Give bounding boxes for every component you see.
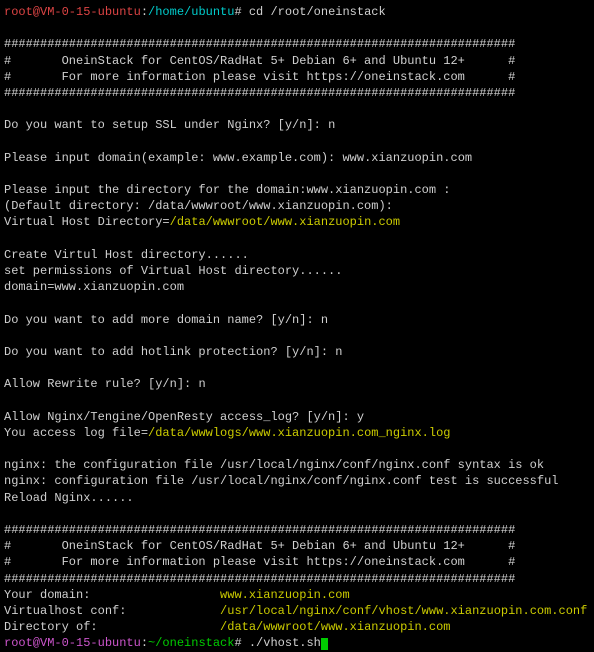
- create-line-3: domain=www.xianzuopin.com: [4, 280, 184, 294]
- a-more-domain: n: [321, 313, 328, 327]
- q-ssl: Do you want to setup SSL under Nginx? [y…: [4, 118, 328, 132]
- q-hotlink: Do you want to add hotlink protection? […: [4, 345, 335, 359]
- summary-dir-value: /data/wwwroot/www.xianzuopin.com: [220, 620, 450, 634]
- summary-hr: ########################################…: [4, 572, 515, 586]
- vhost-dir-label: Virtual Host Directory=: [4, 215, 170, 229]
- vhost-dir-value: /data/wwwroot/www.xianzuopin.com: [170, 215, 400, 229]
- create-line-1: Create Virtul Host directory......: [4, 248, 249, 262]
- cmd-vhost: ./vhost.sh: [249, 636, 321, 650]
- prompt2-separator: :: [141, 636, 148, 650]
- nginx-line-1: nginx: the configuration file /usr/local…: [4, 458, 544, 472]
- a-hotlink: n: [335, 345, 342, 359]
- q-accesslog: Allow Nginx/Tengine/OpenResty access_log…: [4, 410, 357, 424]
- summary-domain-label: Your domain:: [4, 588, 220, 602]
- banner2-line-1: # OneinStack for CentOS/RadHat 5+ Debian…: [4, 539, 515, 553]
- summary-dir-label: Directory of:: [4, 620, 220, 634]
- banner-line-1: # OneinStack for CentOS/RadHat 5+ Debian…: [4, 54, 515, 68]
- banner-hr-bottom: ########################################…: [4, 86, 515, 100]
- terminal-output[interactable]: root@VM-0-15-ubuntu:/home/ubuntu# cd /ro…: [4, 4, 590, 652]
- a-domain: www.xianzuopin.com: [342, 151, 472, 165]
- banner2-line-2: # For more information please visit http…: [4, 555, 515, 569]
- prompt-user-host: root@VM-0-15-ubuntu: [4, 5, 141, 19]
- summary-vhost-value: /usr/local/nginx/conf/vhost/www.xianzuop…: [220, 604, 587, 618]
- a-rewrite: n: [198, 377, 205, 391]
- a-accesslog: y: [357, 410, 364, 424]
- accesslog-value: /data/wwwlogs/www.xianzuopin.com_nginx.l…: [148, 426, 450, 440]
- accesslog-label: You access log file=: [4, 426, 148, 440]
- nginx-line-2: nginx: configuration file /usr/local/ngi…: [4, 474, 559, 488]
- prompt-hash: #: [234, 5, 248, 19]
- cmd-cd: cd /root/oneinstack: [249, 5, 386, 19]
- q-more-domain: Do you want to add more domain name? [y/…: [4, 313, 321, 327]
- prompt2-path: ~/oneinstack: [148, 636, 234, 650]
- banner-line-2: # For more information please visit http…: [4, 70, 515, 84]
- create-line-2: set permissions of Virtual Host director…: [4, 264, 342, 278]
- cursor-icon: [321, 638, 328, 650]
- banner2-hr-top: ########################################…: [4, 523, 515, 537]
- prompt-separator: :: [141, 5, 148, 19]
- a-ssl: n: [328, 118, 335, 132]
- dir-prompt-1: Please input the directory for the domai…: [4, 183, 450, 197]
- summary-vhost-label: Virtualhost conf:: [4, 604, 220, 618]
- prompt2-hash: #: [234, 636, 248, 650]
- q-domain: Please input domain(example: www.example…: [4, 151, 342, 165]
- prompt-path: /home/ubuntu: [148, 5, 234, 19]
- summary-domain-value: www.xianzuopin.com: [220, 588, 350, 602]
- prompt2-user-host: root@VM-0-15-ubuntu: [4, 636, 141, 650]
- dir-prompt-2: (Default directory: /data/wwwroot/www.xi…: [4, 199, 393, 213]
- banner-hr-top: ########################################…: [4, 37, 515, 51]
- q-rewrite: Allow Rewrite rule? [y/n]:: [4, 377, 198, 391]
- nginx-line-3: Reload Nginx......: [4, 491, 134, 505]
